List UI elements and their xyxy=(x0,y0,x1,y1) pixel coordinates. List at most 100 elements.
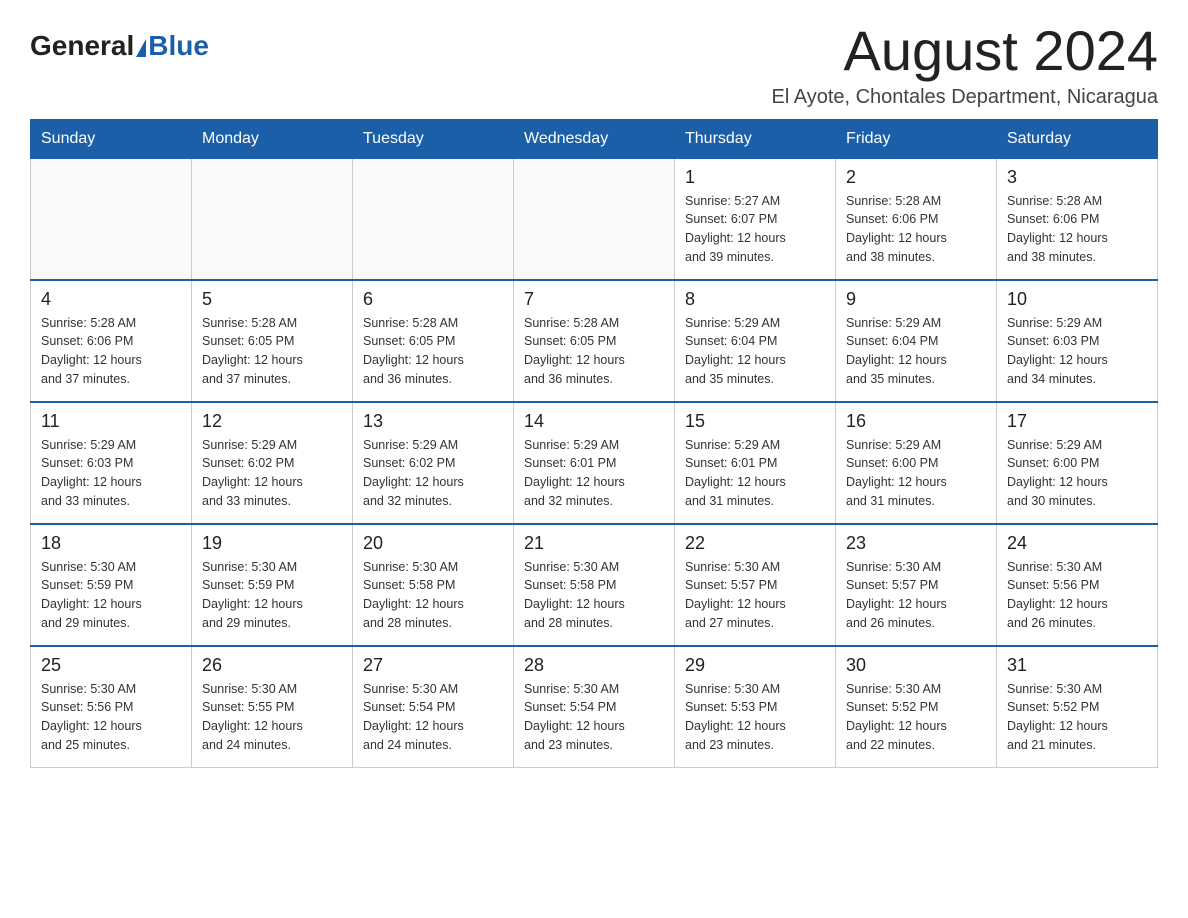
day-info: Sunrise: 5:30 AM Sunset: 5:57 PM Dayligh… xyxy=(846,558,986,633)
day-cell: 4 Sunrise: 5:28 AM Sunset: 6:06 PM Daylig… xyxy=(31,280,192,402)
day-cell: 10 Sunrise: 5:29 AM Sunset: 6:03 PM Dayli… xyxy=(997,280,1158,402)
day-number: 14 xyxy=(524,411,664,432)
day-cell: 12 Sunrise: 5:29 AM Sunset: 6:02 PM Dayli… xyxy=(192,402,353,524)
logo-general-text: General xyxy=(30,30,134,62)
day-number: 26 xyxy=(202,655,342,676)
day-cell: 28Sunrise: 5:30 AM Sunset: 5:54 PM Dayli… xyxy=(514,646,675,768)
day-info: Sunrise: 5:29 AM Sunset: 6:00 PM Dayligh… xyxy=(1007,436,1147,511)
day-cell xyxy=(353,158,514,280)
day-cell: 31Sunrise: 5:30 AM Sunset: 5:52 PM Dayli… xyxy=(997,646,1158,768)
day-number: 7 xyxy=(524,289,664,310)
day-cell: 25Sunrise: 5:30 AM Sunset: 5:56 PM Dayli… xyxy=(31,646,192,768)
col-saturday: Saturday xyxy=(997,119,1158,158)
day-info: Sunrise: 5:27 AM Sunset: 6:07 PM Dayligh… xyxy=(685,192,825,267)
day-number: 13 xyxy=(363,411,503,432)
day-cell: 21Sunrise: 5:30 AM Sunset: 5:58 PM Dayli… xyxy=(514,524,675,646)
day-cell: 22 Sunrise: 5:30 AM Sunset: 5:57 PM Dayli… xyxy=(675,524,836,646)
week-row-5: 25Sunrise: 5:30 AM Sunset: 5:56 PM Dayli… xyxy=(31,646,1158,768)
day-info: Sunrise: 5:28 AM Sunset: 6:05 PM Dayligh… xyxy=(524,314,664,389)
day-number: 4 xyxy=(41,289,181,310)
day-info: Sunrise: 5:30 AM Sunset: 5:53 PM Dayligh… xyxy=(685,680,825,755)
calendar-table: Sunday Monday Tuesday Wednesday Thursday… xyxy=(30,119,1158,768)
day-cell: 3Sunrise: 5:28 AM Sunset: 6:06 PM Daylig… xyxy=(997,158,1158,280)
day-number: 5 xyxy=(202,289,342,310)
col-friday: Friday xyxy=(836,119,997,158)
week-row-4: 18 Sunrise: 5:30 AM Sunset: 5:59 PM Dayli… xyxy=(31,524,1158,646)
day-cell: 30 Sunrise: 5:30 AM Sunset: 5:52 PM Dayli… xyxy=(836,646,997,768)
day-info: Sunrise: 5:30 AM Sunset: 5:54 PM Dayligh… xyxy=(524,680,664,755)
day-number: 29 xyxy=(685,655,825,676)
day-cell: 5 Sunrise: 5:28 AM Sunset: 6:05 PM Daylig… xyxy=(192,280,353,402)
day-number: 6 xyxy=(363,289,503,310)
day-number: 20 xyxy=(363,533,503,554)
week-row-2: 4 Sunrise: 5:28 AM Sunset: 6:06 PM Daylig… xyxy=(31,280,1158,402)
day-number: 3 xyxy=(1007,167,1147,188)
day-number: 8 xyxy=(685,289,825,310)
day-number: 27 xyxy=(363,655,503,676)
day-info: Sunrise: 5:28 AM Sunset: 6:05 PM Dayligh… xyxy=(202,314,342,389)
day-cell: 7 Sunrise: 5:28 AM Sunset: 6:05 PM Daylig… xyxy=(514,280,675,402)
day-number: 15 xyxy=(685,411,825,432)
day-cell: 15 Sunrise: 5:29 AM Sunset: 6:01 PM Dayli… xyxy=(675,402,836,524)
day-number: 31 xyxy=(1007,655,1147,676)
day-number: 19 xyxy=(202,533,342,554)
day-cell: 24 Sunrise: 5:30 AM Sunset: 5:56 PM Dayli… xyxy=(997,524,1158,646)
col-tuesday: Tuesday xyxy=(353,119,514,158)
day-info: Sunrise: 5:30 AM Sunset: 5:59 PM Dayligh… xyxy=(202,558,342,633)
day-info: Sunrise: 5:29 AM Sunset: 6:01 PM Dayligh… xyxy=(685,436,825,511)
day-cell xyxy=(192,158,353,280)
day-cell: 19 Sunrise: 5:30 AM Sunset: 5:59 PM Dayli… xyxy=(192,524,353,646)
day-cell: 6 Sunrise: 5:28 AM Sunset: 6:05 PM Daylig… xyxy=(353,280,514,402)
day-info: Sunrise: 5:30 AM Sunset: 5:57 PM Dayligh… xyxy=(685,558,825,633)
day-info: Sunrise: 5:28 AM Sunset: 6:06 PM Dayligh… xyxy=(41,314,181,389)
col-wednesday: Wednesday xyxy=(514,119,675,158)
day-cell: 11Sunrise: 5:29 AM Sunset: 6:03 PM Dayli… xyxy=(31,402,192,524)
col-thursday: Thursday xyxy=(675,119,836,158)
day-info: Sunrise: 5:30 AM Sunset: 5:54 PM Dayligh… xyxy=(363,680,503,755)
day-info: Sunrise: 5:29 AM Sunset: 6:04 PM Dayligh… xyxy=(685,314,825,389)
day-number: 18 xyxy=(41,533,181,554)
day-number: 12 xyxy=(202,411,342,432)
day-info: Sunrise: 5:30 AM Sunset: 5:55 PM Dayligh… xyxy=(202,680,342,755)
col-sunday: Sunday xyxy=(31,119,192,158)
day-info: Sunrise: 5:29 AM Sunset: 6:01 PM Dayligh… xyxy=(524,436,664,511)
day-number: 17 xyxy=(1007,411,1147,432)
month-title: August 2024 xyxy=(771,20,1158,82)
day-info: Sunrise: 5:29 AM Sunset: 6:02 PM Dayligh… xyxy=(363,436,503,511)
day-cell: 16 Sunrise: 5:29 AM Sunset: 6:00 PM Dayli… xyxy=(836,402,997,524)
day-cell: 27 Sunrise: 5:30 AM Sunset: 5:54 PM Dayli… xyxy=(353,646,514,768)
day-info: Sunrise: 5:30 AM Sunset: 5:52 PM Dayligh… xyxy=(846,680,986,755)
day-cell: 29 Sunrise: 5:30 AM Sunset: 5:53 PM Dayli… xyxy=(675,646,836,768)
page-header: General Blue August 2024 El Ayote, Chont… xyxy=(30,20,1158,109)
day-info: Sunrise: 5:30 AM Sunset: 5:56 PM Dayligh… xyxy=(41,680,181,755)
week-row-1: 1 Sunrise: 5:27 AM Sunset: 6:07 PM Daylig… xyxy=(31,158,1158,280)
day-cell: 13 Sunrise: 5:29 AM Sunset: 6:02 PM Dayli… xyxy=(353,402,514,524)
day-number: 30 xyxy=(846,655,986,676)
day-cell: 18 Sunrise: 5:30 AM Sunset: 5:59 PM Dayli… xyxy=(31,524,192,646)
day-number: 16 xyxy=(846,411,986,432)
day-number: 1 xyxy=(685,167,825,188)
title-section: August 2024 El Ayote, Chontales Departme… xyxy=(771,20,1158,109)
logo: General Blue xyxy=(30,30,209,62)
day-number: 9 xyxy=(846,289,986,310)
day-number: 11 xyxy=(41,411,181,432)
day-info: Sunrise: 5:29 AM Sunset: 6:00 PM Dayligh… xyxy=(846,436,986,511)
day-info: Sunrise: 5:30 AM Sunset: 5:59 PM Dayligh… xyxy=(41,558,181,633)
day-number: 24 xyxy=(1007,533,1147,554)
day-number: 22 xyxy=(685,533,825,554)
day-info: Sunrise: 5:30 AM Sunset: 5:58 PM Dayligh… xyxy=(363,558,503,633)
day-info: Sunrise: 5:28 AM Sunset: 6:06 PM Dayligh… xyxy=(846,192,986,267)
day-info: Sunrise: 5:28 AM Sunset: 6:05 PM Dayligh… xyxy=(363,314,503,389)
day-number: 10 xyxy=(1007,289,1147,310)
day-cell: 8 Sunrise: 5:29 AM Sunset: 6:04 PM Daylig… xyxy=(675,280,836,402)
day-cell: 2Sunrise: 5:28 AM Sunset: 6:06 PM Daylig… xyxy=(836,158,997,280)
day-cell: 17 Sunrise: 5:29 AM Sunset: 6:00 PM Dayli… xyxy=(997,402,1158,524)
col-monday: Monday xyxy=(192,119,353,158)
day-info: Sunrise: 5:30 AM Sunset: 5:56 PM Dayligh… xyxy=(1007,558,1147,633)
day-info: Sunrise: 5:29 AM Sunset: 6:02 PM Dayligh… xyxy=(202,436,342,511)
day-info: Sunrise: 5:29 AM Sunset: 6:03 PM Dayligh… xyxy=(1007,314,1147,389)
calendar-header-row: Sunday Monday Tuesday Wednesday Thursday… xyxy=(31,119,1158,158)
day-cell: 14 Sunrise: 5:29 AM Sunset: 6:01 PM Dayli… xyxy=(514,402,675,524)
day-cell xyxy=(514,158,675,280)
logo-blue-text: Blue xyxy=(148,30,209,62)
